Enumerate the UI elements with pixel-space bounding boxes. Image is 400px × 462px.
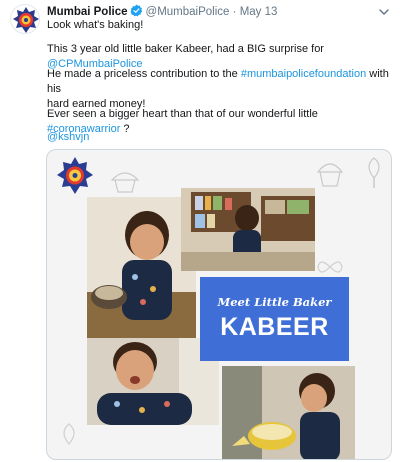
tweet[interactable]: Mumbai Police @MumbaiPolice · May 13 Look…	[0, 0, 400, 462]
tweet-date[interactable]: May 13	[240, 6, 278, 18]
kabeer-photo-2[interactable]	[181, 188, 315, 271]
author-name[interactable]: Mumbai Police	[47, 6, 128, 18]
kabeer-photo-1[interactable]	[87, 197, 196, 339]
tweet-line-4a-text: Ever seen a bigger heart than that of ou…	[47, 108, 318, 120]
meta-separator: ·	[232, 6, 237, 18]
hashtag-foundation-link[interactable]: #mumbaipolicefoundation	[241, 68, 366, 80]
avatar[interactable]	[10, 4, 40, 34]
mumbai-police-logo-icon	[57, 157, 93, 194]
whisk-outline-icon	[368, 157, 380, 188]
mention-kshvjn-link[interactable]: @kshvjn	[47, 131, 89, 143]
tweet-line-3a-text: He made a priceless contribution to the	[47, 68, 241, 80]
tweet-line-2-text: This 3 year old little baker Kabeer, had…	[47, 43, 324, 55]
mumbai-police-emblem-icon	[13, 7, 39, 33]
author-handle[interactable]: @MumbaiPolice	[146, 6, 230, 18]
whisk-outline-icon	[63, 423, 75, 445]
tweet-line-5: @kshvjn	[47, 130, 389, 145]
banner-line-2: KABEER	[220, 313, 329, 341]
tweet-line-1-text: Look what's baking!	[47, 19, 144, 31]
meet-kabeer-banner: Meet Little Baker KABEER	[200, 277, 349, 361]
cupcake-outline-icon	[110, 172, 140, 193]
kabeer-photo-4[interactable]	[222, 366, 355, 459]
tweet-media[interactable]: Meet Little Baker KABEER	[46, 149, 392, 460]
banner-line-1: Meet Little Baker	[217, 295, 332, 309]
tweet-line-3: He made a priceless contribution to the …	[47, 67, 389, 112]
tweet-line-1: Look what's baking!	[47, 18, 389, 33]
cupcake-outline-icon	[316, 163, 344, 187]
